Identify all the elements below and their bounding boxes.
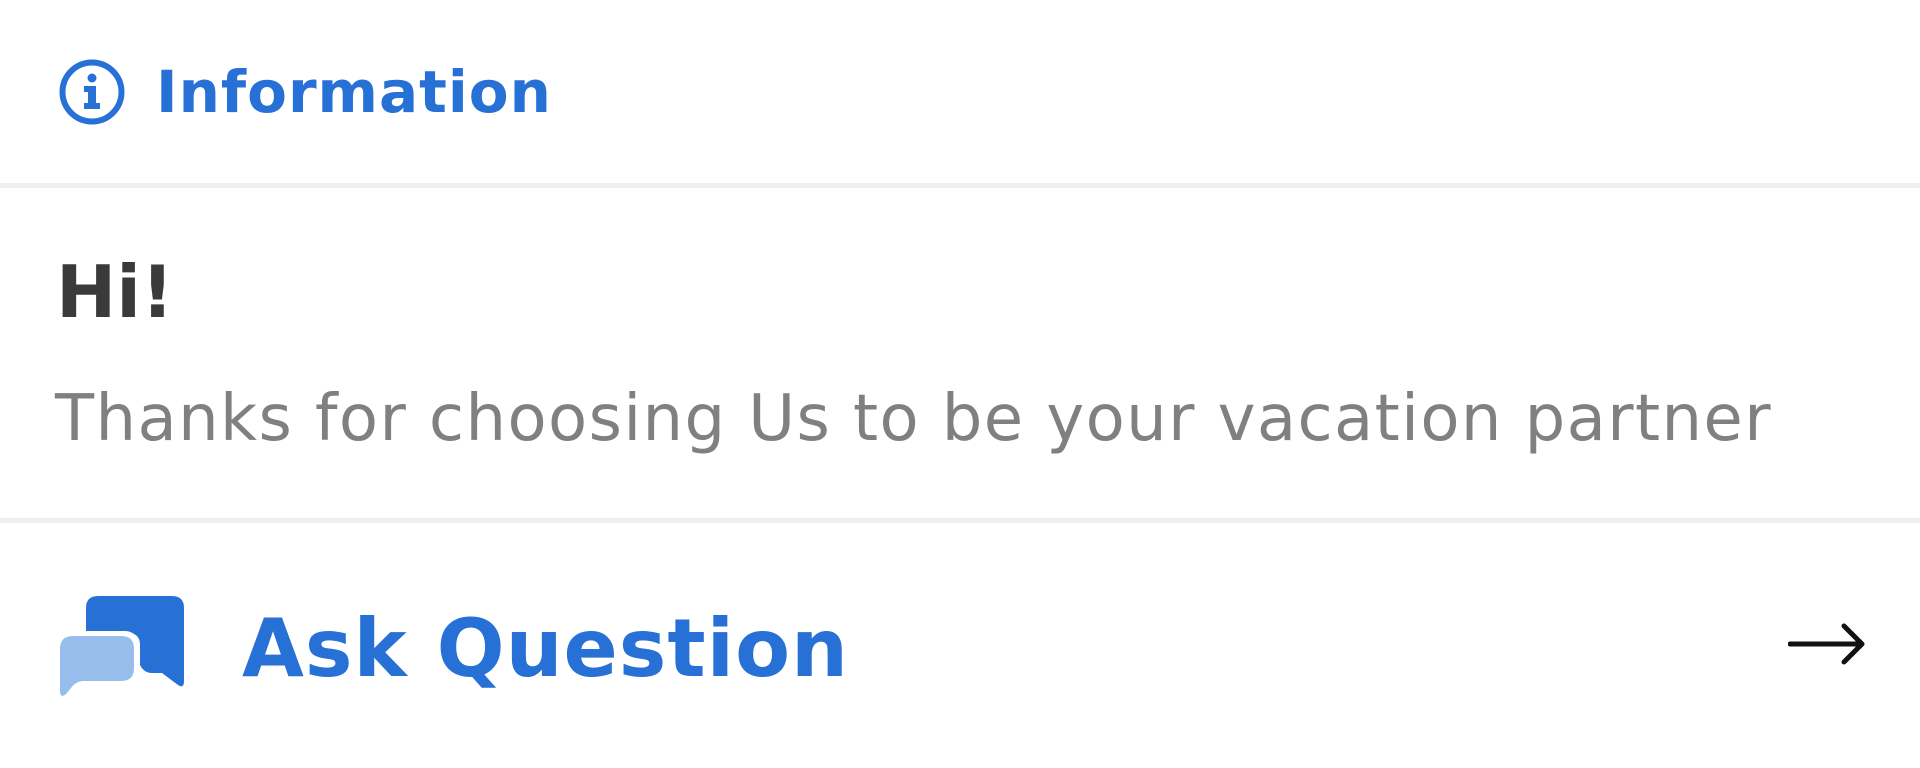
- divider: [0, 183, 1920, 188]
- info-icon: [59, 59, 125, 125]
- ask-question-button[interactable]: Ask Question: [0, 523, 1920, 768]
- ask-question-label: Ask Question: [242, 602, 849, 695]
- page-title: Information: [156, 58, 552, 126]
- arrow-right-icon: [1788, 623, 1865, 665]
- information-header: Information: [0, 0, 1920, 183]
- chat-bubbles-icon: [58, 596, 184, 696]
- welcome-message: Thanks for choosing Us to be your vacati…: [55, 382, 1772, 456]
- greeting-heading: Hi!: [56, 250, 174, 334]
